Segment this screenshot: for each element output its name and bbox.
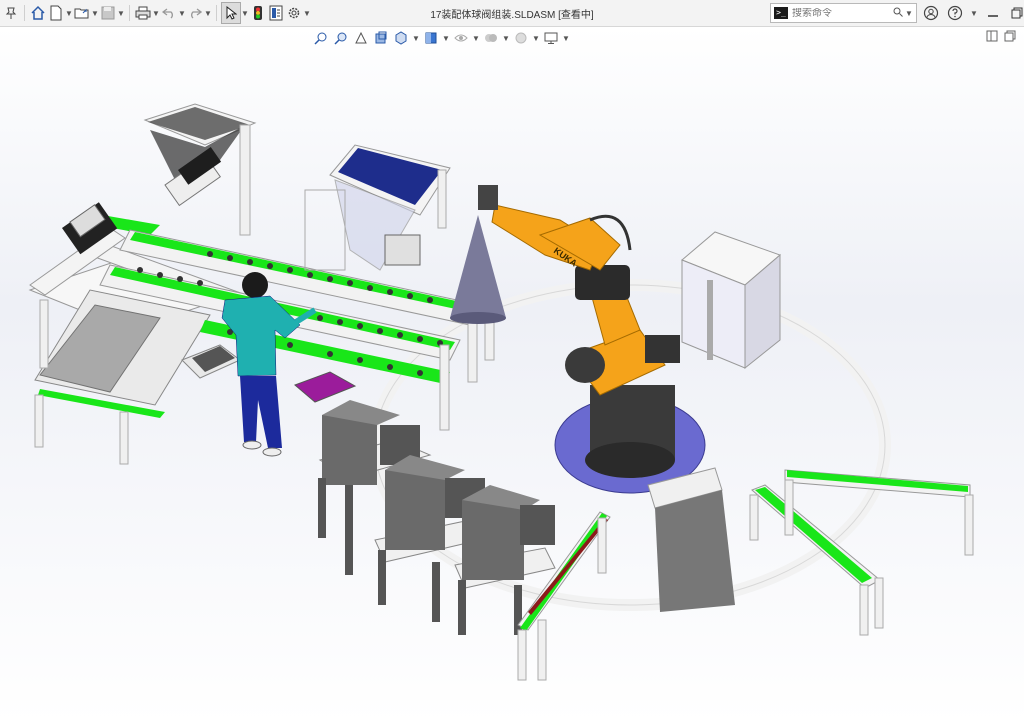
print-dropdown-chevron-icon[interactable]: ▼ <box>152 9 160 18</box>
select-cursor-icon[interactable] <box>221 2 241 24</box>
quick-access-toolbar: ▼ ▼ ▼ ▼ ▼ ▼ ▼ ▼ <box>2 2 311 24</box>
open-folder-icon[interactable] <box>73 3 91 23</box>
separator <box>216 5 217 21</box>
minimize-icon[interactable] <box>984 3 1002 23</box>
save-dropdown-chevron-icon[interactable]: ▼ <box>117 9 125 18</box>
conical-fixture <box>450 215 506 318</box>
separator <box>129 5 130 21</box>
redo-dropdown-chevron-icon[interactable]: ▼ <box>204 9 212 18</box>
user-account-icon[interactable] <box>922 3 940 23</box>
search-dropdown-chevron-icon[interactable]: ▼ <box>905 9 913 18</box>
undo-icon[interactable] <box>160 3 178 23</box>
traffic-light-icon[interactable] <box>249 3 267 23</box>
human-operator <box>221 272 317 457</box>
parts-tray-purple <box>294 371 357 403</box>
command-prompt-icon: >_ <box>774 7 788 19</box>
industrial-robot-arm: KUKA <box>478 185 706 494</box>
title-bar: ▼ ▼ ▼ ▼ ▼ ▼ ▼ ▼ 17装配体球阀组装.SLDASM [查看中] >… <box>0 0 1024 27</box>
help-icon[interactable] <box>946 3 964 23</box>
save-icon[interactable] <box>99 3 117 23</box>
restore-icon[interactable] <box>1008 3 1024 23</box>
command-search[interactable]: >_ ▼ <box>770 3 917 23</box>
control-cabinet <box>681 231 781 370</box>
parts-box <box>647 467 735 612</box>
separator <box>24 5 25 21</box>
new-dropdown-chevron-icon[interactable]: ▼ <box>65 9 73 18</box>
search-input[interactable] <box>792 7 892 19</box>
search-icon[interactable] <box>893 6 903 20</box>
undo-dropdown-chevron-icon[interactable]: ▼ <box>178 9 186 18</box>
pin-icon[interactable] <box>2 3 20 23</box>
file-properties-icon[interactable] <box>267 3 285 23</box>
print-icon[interactable] <box>134 3 152 23</box>
open-dropdown-chevron-icon[interactable]: ▼ <box>91 9 99 18</box>
help-dropdown-chevron-icon[interactable]: ▼ <box>970 9 978 18</box>
select-dropdown-chevron-icon[interactable]: ▼ <box>241 9 249 18</box>
new-document-icon[interactable] <box>47 3 65 23</box>
assembly-machine-stations <box>318 400 556 635</box>
redo-icon[interactable] <box>186 3 204 23</box>
assembly-3d-scene[interactable]: KUKA <box>0 27 1024 723</box>
gear-icon[interactable] <box>285 3 303 23</box>
window-controls: ▼ <box>922 3 1024 23</box>
home-icon[interactable] <box>29 3 47 23</box>
options-dropdown-chevron-icon[interactable]: ▼ <box>303 9 311 18</box>
